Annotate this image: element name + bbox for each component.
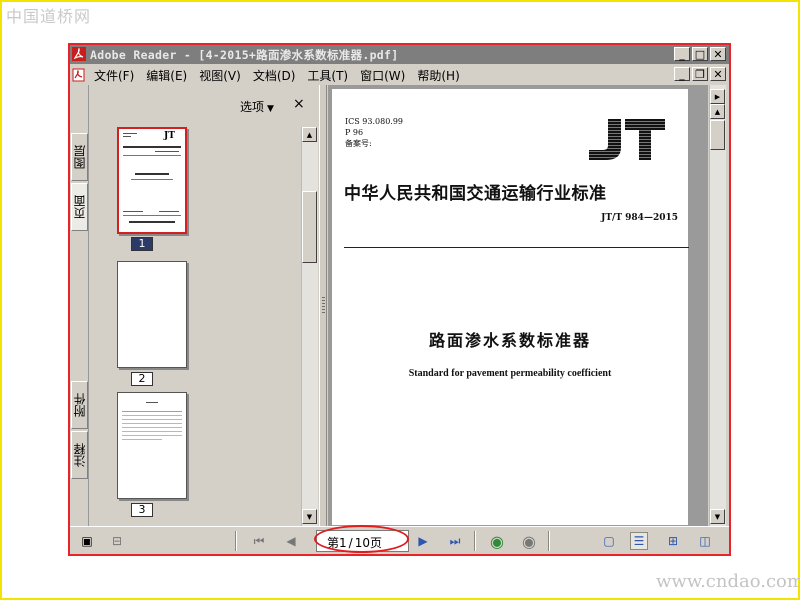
scroll-thumb[interactable] <box>302 191 317 263</box>
grip-icon <box>322 297 325 313</box>
separator <box>474 531 476 551</box>
panel-close-button[interactable]: × <box>293 96 305 112</box>
tab-attachments[interactable]: 附件 <box>71 381 88 429</box>
continuous-icon[interactable]: ☰ <box>630 532 648 550</box>
site-watermark-bottom: www.cndao.com <box>656 571 800 592</box>
document-title-en: Standard for pavement permeability coeff… <box>408 368 612 379</box>
facing-icon[interactable]: ⊞ <box>664 532 682 550</box>
panel-header: 选项 ▼ × <box>90 85 319 114</box>
first-page-icon[interactable]: ⏮ <box>250 532 268 550</box>
p-code: P 96 <box>345 128 364 137</box>
window-title: Adobe Reader - [4-2015+路面渗水系数标准器.pdf] <box>90 48 399 62</box>
tab-comments[interactable]: 注释 <box>71 431 88 479</box>
scroll-up-icon[interactable]: ▲ <box>302 127 317 142</box>
status-bar: ▣ ⊟ ⏮ ◀ 第1/10页 ▶ ⏭ ◉ ◉ ▢ ☰ ⊞ ◫ <box>70 525 729 554</box>
close-icon: ✕ <box>713 47 723 61</box>
document-title-cn: 路面渗水系数标准器 <box>428 331 591 350</box>
last-page-icon[interactable]: ⏭ <box>446 532 464 550</box>
minimize-icon: _ <box>679 67 685 81</box>
document-page: ICS 93.080.99 P 96 备案号: 中华人民共和国交通运输行业标准 <box>332 89 689 525</box>
chevron-down-icon: ▼ <box>267 104 274 114</box>
menu-tools[interactable]: 工具(T) <box>307 67 354 84</box>
document-scrollbar[interactable]: ▶ ▲ ▼ <box>709 85 726 526</box>
close-window-button[interactable]: ✕ <box>710 47 726 61</box>
navigation-tabs: 图层 页面 附件 注释 <box>70 85 89 526</box>
divider <box>344 247 689 248</box>
scroll-thumb[interactable] <box>710 120 725 150</box>
menu-view[interactable]: 视图(V) <box>199 67 247 84</box>
thumbnail-list: JT 1 2 3 <box>93 127 301 525</box>
close-icon: ✕ <box>713 67 723 81</box>
document-view[interactable]: ICS 93.080.99 P 96 备案号: 中华人民共和国交通运输行业标准 <box>328 85 708 526</box>
pages-panel: 选项 ▼ × JT 1 2 3 ▲ ▼ <box>90 85 319 526</box>
menu-bar: 文件(F) 编辑(E) 视图(V) 文档(D) 工具(T) 窗口(W) 帮助(H… <box>70 65 729 83</box>
menu-edit[interactable]: 编辑(E) <box>146 67 193 84</box>
go-back-icon[interactable]: ◉ <box>488 532 506 551</box>
go-forward-icon[interactable]: ◉ <box>520 532 538 551</box>
doc-minimize-button[interactable]: _ <box>674 67 690 81</box>
page-number-2[interactable]: 2 <box>131 372 153 386</box>
scroll-right-icon[interactable]: ▶ <box>710 89 725 104</box>
previous-page-icon[interactable]: ◀ <box>282 532 300 550</box>
menu-file[interactable]: 文件(F) <box>94 67 140 84</box>
tab-pages[interactable]: 页面 <box>71 183 88 231</box>
page-thumbnail-1[interactable]: JT <box>117 127 187 234</box>
ics-code: ICS 93.080.99 <box>345 117 404 126</box>
jt-logo <box>583 117 667 161</box>
maximize-button[interactable]: □ <box>692 47 708 61</box>
doc-restore-button[interactable]: ❐ <box>692 67 708 81</box>
menu-help[interactable]: 帮助(H) <box>417 67 465 84</box>
doc-close-button[interactable]: ✕ <box>710 67 726 81</box>
separator <box>548 531 550 551</box>
filing-label: 备案号: <box>345 139 372 148</box>
minimize-icon: _ <box>679 47 685 61</box>
title-bar[interactable]: Adobe Reader - [4-2015+路面渗水系数标准器.pdf] _ … <box>70 45 729 64</box>
ics-block: ICS 93.080.99 P 96 备案号: <box>345 116 403 149</box>
page-number-field[interactable]: 第1/10页 <box>316 530 409 552</box>
options-button[interactable]: 选项 ▼ <box>240 98 274 115</box>
standard-code: JT/T 984—2015 <box>601 213 678 223</box>
site-watermark-top: 中国道桥网 <box>6 7 92 26</box>
restore-icon: ❐ <box>695 67 705 81</box>
show-panel-icon[interactable]: ▣ <box>78 532 96 550</box>
panel-splitter[interactable] <box>319 85 327 526</box>
tab-layers[interactable]: 图层 <box>71 133 88 181</box>
thumbnail-scrollbar[interactable]: ▲ ▼ <box>301 127 318 526</box>
page-thumbnail-3[interactable] <box>117 392 187 499</box>
scroll-down-icon[interactable]: ▼ <box>710 509 725 524</box>
collapse-icon[interactable]: ⊟ <box>108 532 126 550</box>
current-page: 1 <box>339 536 347 550</box>
standard-heading: 中华人民共和国交通运输行业标准 <box>344 184 607 204</box>
total-pages: 10 <box>354 536 370 550</box>
next-page-icon[interactable]: ▶ <box>414 532 432 550</box>
page-number-3[interactable]: 3 <box>131 503 153 517</box>
single-page-icon[interactable]: ▢ <box>600 532 618 550</box>
separator <box>235 531 237 551</box>
reader-window: Adobe Reader - [4-2015+路面渗水系数标准器.pdf] _ … <box>68 43 731 556</box>
svg-text:JT: JT <box>163 131 175 141</box>
scroll-down-icon[interactable]: ▼ <box>302 509 317 524</box>
adobe-reader-icon <box>72 47 86 61</box>
minimize-button[interactable]: _ <box>674 47 690 61</box>
continuous-facing-icon[interactable]: ◫ <box>696 532 714 550</box>
scroll-up-icon[interactable]: ▲ <box>710 104 725 119</box>
menu-document[interactable]: 文档(D) <box>253 67 302 84</box>
page-thumbnail-2[interactable] <box>117 261 187 368</box>
pdf-document-icon <box>72 67 86 82</box>
page-number-1[interactable]: 1 <box>131 237 153 251</box>
menu-window[interactable]: 窗口(W) <box>360 67 411 84</box>
maximize-icon: □ <box>694 47 706 61</box>
